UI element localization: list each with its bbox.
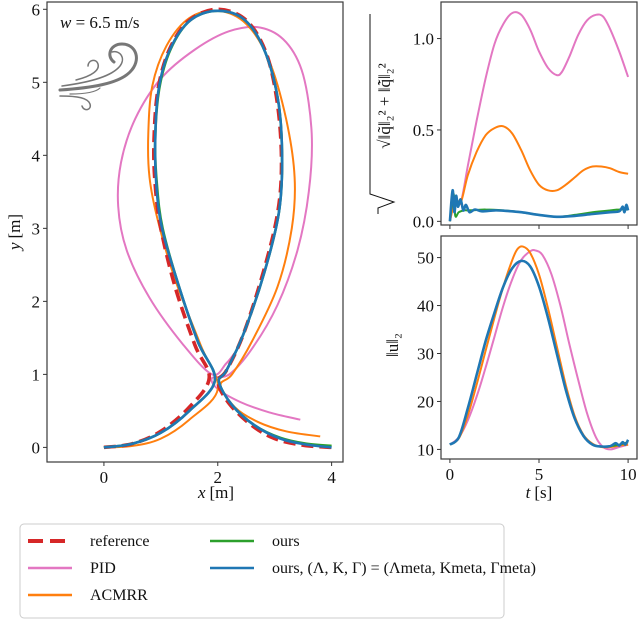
series-line-pid	[116, 25, 313, 421]
series-line-pid	[448, 11, 630, 222]
y-tick-label: 0.0	[413, 212, 434, 231]
y-tick-label: 40	[417, 297, 434, 316]
legend: reference PID ACMRR ours ours, (Λ, K, Γ) = (…	[19, 523, 536, 619]
trajectory-x-label: x [m]	[197, 483, 234, 502]
wind-eq: = 6.5 m/s	[71, 13, 139, 32]
series-line-ours-meta	[103, 9, 332, 449]
legend-label: PID	[90, 560, 116, 577]
x-tick-label: 0	[446, 465, 455, 484]
tracking-error-y-label: √‖q̃‖₂² + ‖q̃̇‖₂²	[369, 14, 396, 214]
x-unit: [m]	[210, 483, 235, 502]
t-unit: [s]	[534, 483, 552, 502]
x-tick-label: 0	[100, 468, 109, 487]
y-tick-label: 5	[32, 73, 41, 92]
y-tick-label: 2	[32, 292, 41, 311]
tracking-error-y-ticks: 0.0 0.5 1.0	[413, 30, 441, 231]
y-tick-label: 0.5	[413, 121, 434, 140]
control-norm-y-label: ‖u‖₂	[383, 333, 402, 357]
series-line-ours	[448, 192, 629, 222]
y-tick-label: 50	[417, 249, 434, 268]
wind-icon	[58, 42, 138, 111]
tracking-error-axes-frame	[440, 1, 638, 226]
series-line-acmrr	[448, 124, 629, 222]
legend-label: ACMRR	[90, 587, 148, 604]
legend-label: ours	[272, 533, 300, 550]
t-var: t	[526, 483, 532, 502]
trajectory-curves	[103, 7, 332, 450]
x-var: x	[197, 483, 206, 502]
tracking-error-y-label-text: √‖q̃‖₂² + ‖q̃̇‖₂²	[375, 63, 394, 149]
x-tick-label: 10	[620, 465, 637, 484]
series-line-ours	[449, 259, 630, 448]
legend-label: ours, (Λ, K, Γ) = (Λmeta, Kmeta, Γmeta)	[272, 560, 536, 577]
wind-var: w	[60, 13, 72, 32]
control-norm-x-label: t [s]	[526, 483, 553, 502]
control-norm-y-ticks: 10 20 30 40 50	[417, 249, 441, 459]
y-unit: [m]	[5, 214, 24, 239]
figure: 024 0123456 w = 6.5 m/s x [m] y[m] 0.00.5…	[5, 0, 638, 619]
y-tick-label: 20	[417, 392, 434, 411]
y-tick-label: 3	[32, 219, 41, 238]
x-tick-label: 4	[327, 468, 336, 487]
control-norm-curves	[449, 245, 630, 451]
y-var: y	[5, 242, 24, 252]
trajectory-axes-frame	[46, 1, 344, 463]
tracking-error-x-ticks	[449, 225, 629, 229]
y-tick-label: 10	[417, 440, 434, 459]
trajectory-panel: 024 0123456 w = 6.5 m/s x [m] y[m]	[5, 0, 344, 502]
y-tick-label: 1.0	[413, 30, 434, 49]
y-tick-label: 1	[32, 365, 41, 384]
series-line-acmrr	[449, 245, 629, 449]
y-tick-label: 30	[417, 344, 434, 363]
series-line-ours	[448, 188, 630, 222]
control-norm-x-ticks: 0 5 10	[446, 459, 637, 484]
x-tick-label: 5	[535, 465, 544, 484]
tracking-error-curves	[448, 11, 630, 222]
wind-speed-annotation: w = 6.5 m/s	[60, 13, 140, 32]
trajectory-y-ticks: 0 1 2 3 4 5 6	[32, 0, 47, 457]
y-tick-label: 0	[32, 438, 41, 457]
series-line-pid	[449, 248, 629, 451]
y-tick-label: 6	[32, 0, 41, 19]
legend-label: reference	[90, 533, 150, 550]
trajectory-y-label: y [m]	[5, 214, 24, 252]
control-norm-axes-frame	[440, 235, 638, 460]
control-norm-panel: 0 5 10 10 20 30 40 50 ‖u‖₂ t [s]	[383, 235, 638, 502]
y-tick-label: 4	[32, 146, 41, 165]
tracking-error-panel: 0.0 0.5 1.0 √‖q̃‖₂² + ‖q̃̇‖₂²	[369, 1, 638, 231]
